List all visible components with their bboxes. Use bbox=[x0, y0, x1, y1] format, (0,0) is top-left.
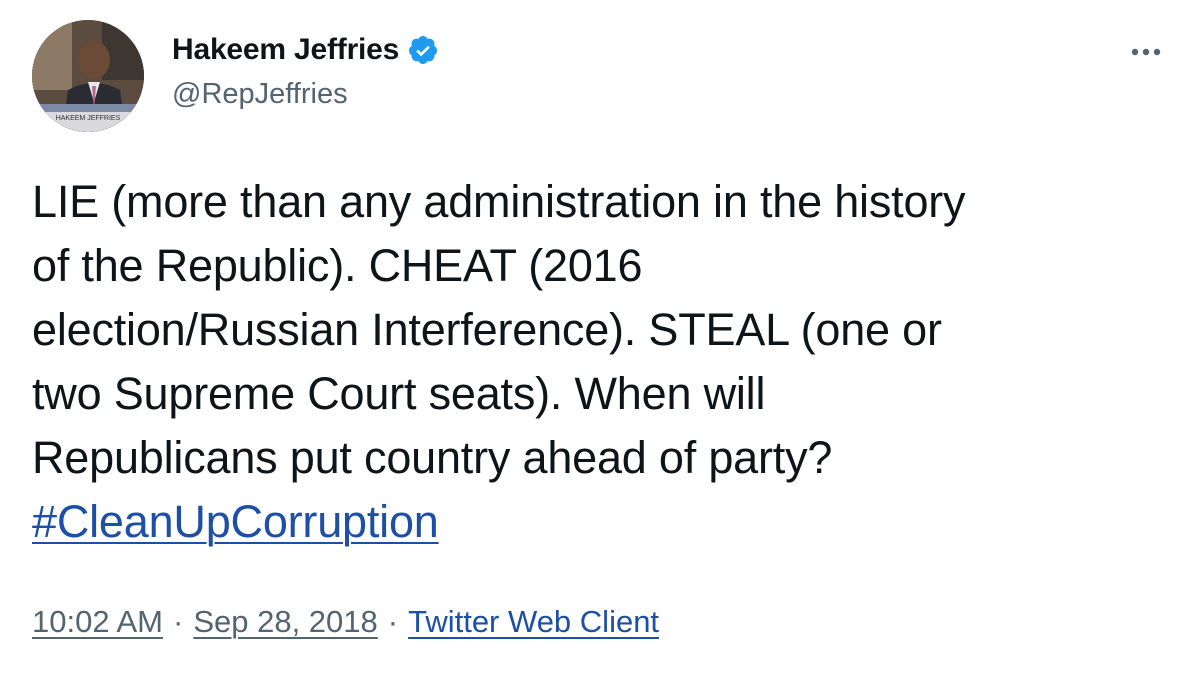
more-options-icon[interactable] bbox=[1124, 30, 1168, 74]
author-name-row: Hakeem Jeffries bbox=[172, 30, 439, 70]
meta-separator: · bbox=[387, 604, 399, 639]
timestamp-date-link[interactable]: Sep 28, 2018 bbox=[193, 604, 377, 640]
display-name[interactable]: Hakeem Jeffries bbox=[172, 33, 399, 67]
user-handle[interactable]: @RepJeffries bbox=[172, 78, 348, 111]
tweet-text-line: two Supreme Court seats). When will bbox=[32, 368, 766, 419]
source-client-link[interactable]: Twitter Web Client bbox=[408, 604, 659, 640]
hashtag-line: #CleanUpCorruption bbox=[32, 490, 1172, 554]
verified-badge-icon bbox=[407, 34, 439, 66]
tweet-text-line: election/Russian Interference). STEAL (o… bbox=[32, 304, 942, 355]
tweet-body: LIE (more than any administration in the… bbox=[32, 170, 1172, 554]
avatar-caption: HAKEEM JEFFRIES bbox=[56, 115, 121, 122]
tweet-metadata: 10:02 AM · Sep 28, 2018 · Twitter Web Cl… bbox=[32, 604, 659, 640]
tweet-text-line: Republicans put country ahead of party? bbox=[32, 432, 833, 483]
hashtag-link[interactable]: #CleanUpCorruption bbox=[32, 496, 439, 547]
tweet-card: HAKEEM JEFFRIES Hakeem Jeffries @RepJeff… bbox=[0, 0, 1200, 675]
tweet-text-line: LIE (more than any administration in the… bbox=[32, 176, 966, 227]
meta-separator: · bbox=[172, 604, 184, 639]
timestamp-time-link[interactable]: 10:02 AM bbox=[32, 604, 163, 640]
avatar[interactable]: HAKEEM JEFFRIES bbox=[32, 20, 144, 132]
profile-photo-icon: HAKEEM JEFFRIES bbox=[32, 20, 144, 132]
tweet-text-line: of the Republic). CHEAT (2016 bbox=[32, 240, 643, 291]
